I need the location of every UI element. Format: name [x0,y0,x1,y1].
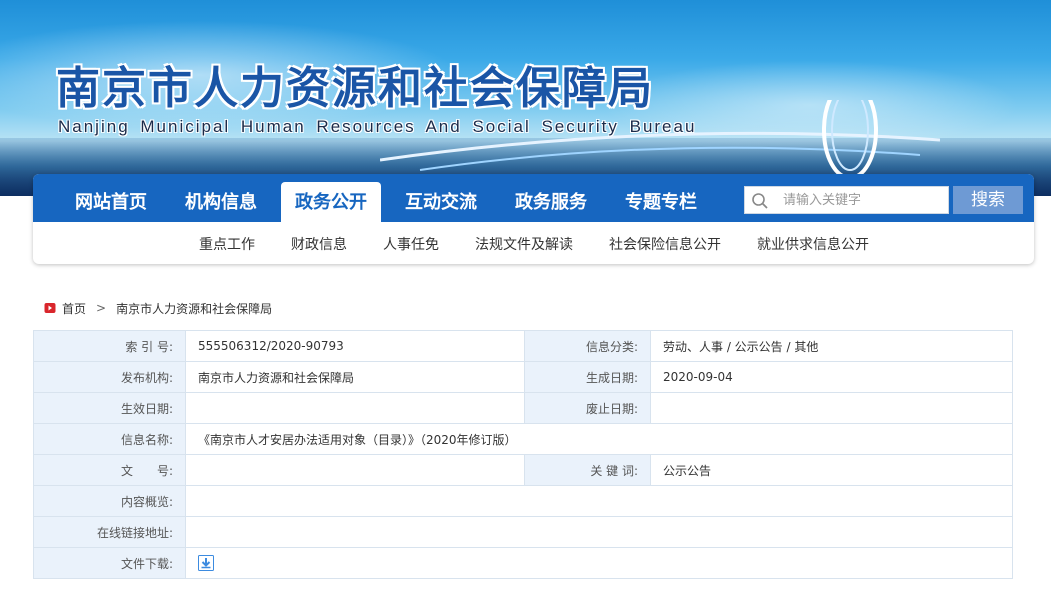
subnav-item-employment[interactable]: 就业供求信息公开 [757,234,869,254]
table-row: 信息名称: 《南京市人才安居办法适用对象（目录）》（2020年修订版） [33,423,1013,455]
category-label: 信息分类: [524,330,651,362]
home-bullet-icon [44,303,56,313]
document-info-table: 索 引 号: 555506312/2020-90793 信息分类: 劳动、人事 … [33,330,1013,579]
site-title-en: Nanjing Municipal Human Resources And So… [58,117,697,136]
created-date-label: 生成日期: [524,361,651,393]
online-link-label: 在线链接地址: [33,516,186,548]
table-row: 发布机构: 南京市人力资源和社会保障局 生成日期: 2020-09-04 [33,361,1013,393]
table-row: 内容概览: [33,485,1013,517]
subnav-item-personnel[interactable]: 人事任免 [383,234,439,254]
subnav-item-social-insurance[interactable]: 社会保险信息公开 [609,234,721,254]
overview-value [185,485,1013,517]
nav-item-home[interactable]: 网站首页 [63,182,159,222]
subnav-item-key-work[interactable]: 重点工作 [199,234,255,254]
expire-date-label: 废止日期: [524,392,651,424]
subnav-item-finance[interactable]: 财政信息 [291,234,347,254]
nav-item-topics[interactable]: 专题专栏 [613,182,709,222]
main-nav: 网站首页 机构信息 政务公开 互动交流 政务服务 专题专栏 搜索 [33,174,1034,222]
breadcrumb: 首页 > 南京市人力资源和社会保障局 [44,299,272,317]
subnav-item-regulations[interactable]: 法规文件及解读 [475,234,573,254]
site-banner: 南京市人力资源和社会保障局 Nanjing Municipal Human Re… [0,0,1051,196]
table-row: 索 引 号: 555506312/2020-90793 信息分类: 劳动、人事 … [33,330,1013,362]
info-name-label: 信息名称: [33,423,186,455]
chevron-right-icon: > [96,301,107,315]
nav-item-interaction[interactable]: 互动交流 [393,182,489,222]
effective-date-label: 生效日期: [33,392,186,424]
publisher-label: 发布机构: [33,361,186,393]
nav-item-services[interactable]: 政务服务 [503,182,599,222]
search-button[interactable]: 搜索 [953,186,1023,214]
online-link-value[interactable] [185,516,1013,548]
overview-label: 内容概览: [33,485,186,517]
publisher-value: 南京市人力资源和社会保障局 [185,361,525,393]
index-value: 555506312/2020-90793 [185,330,525,362]
keywords-label: 关 键 词: [524,454,651,486]
breadcrumb-home-link[interactable]: 首页 [62,300,86,317]
table-row: 文 号: 关 键 词: 公示公告 [33,454,1013,486]
index-label: 索 引 号: [33,330,186,362]
effective-date-value [185,392,525,424]
nav-item-gov-affairs[interactable]: 政务公开 [281,182,381,222]
category-value: 劳动、人事 / 公示公告 / 其他 [650,330,1013,362]
search-icon [752,193,768,209]
info-name-value: 《南京市人才安居办法适用对象（目录）》（2020年修订版） [185,423,1013,455]
created-date-value: 2020-09-04 [650,361,1013,393]
doc-number-value [185,454,525,486]
doc-number-label: 文 号: [33,454,186,486]
keywords-value: 公示公告 [650,454,1013,486]
search-input[interactable] [783,190,943,210]
nav-item-org-info[interactable]: 机构信息 [173,182,269,222]
download-icon[interactable] [198,555,214,571]
site-title-cn: 南京市人力资源和社会保障局 [56,63,654,114]
expire-date-value [650,392,1013,424]
table-row: 在线链接地址: [33,516,1013,548]
file-download-cell [185,547,1013,579]
table-row: 文件下载: [33,547,1013,579]
nav-container: 网站首页 机构信息 政务公开 互动交流 政务服务 专题专栏 搜索 重点工作 财政… [33,174,1034,264]
file-download-label: 文件下载: [33,547,186,579]
table-row: 生效日期: 废止日期: [33,392,1013,424]
breadcrumb-current-link[interactable]: 南京市人力资源和社会保障局 [116,300,272,317]
sub-nav: 重点工作 财政信息 人事任免 法规文件及解读 社会保险信息公开 就业供求信息公开 [33,222,1034,264]
search-box [744,186,949,214]
